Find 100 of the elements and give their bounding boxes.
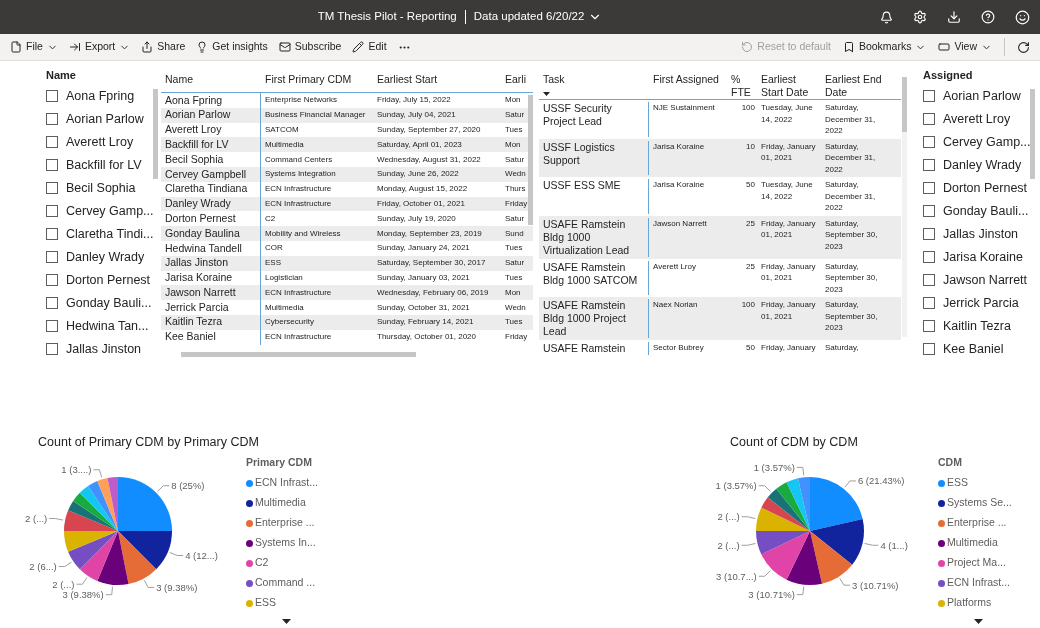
vertical-scrollbar[interactable] <box>902 77 907 337</box>
slicer-item[interactable]: Jarisa Koraine <box>923 247 1027 267</box>
sort-descending-icon[interactable] <box>543 92 550 96</box>
slicer-item[interactable]: Jerrick Parcia <box>923 293 1027 313</box>
checkbox[interactable] <box>923 182 935 195</box>
column-header[interactable]: Earliest Start <box>373 71 501 88</box>
checkbox[interactable] <box>46 205 58 218</box>
toolbar-button[interactable]: Share <box>141 39 186 55</box>
slicer-item[interactable]: Aona Fpring <box>46 86 150 106</box>
scroll-down-icon[interactable] <box>282 619 291 624</box>
slicer-item[interactable]: Averett Lroy <box>46 132 150 152</box>
pie-slice[interactable] <box>810 519 864 565</box>
toolbar-button[interactable]: Subscribe <box>278 39 342 55</box>
legend-label[interactable]: Platforms <box>947 595 992 611</box>
pie-slice[interactable] <box>810 477 863 532</box>
scroll-down-icon[interactable] <box>974 619 983 624</box>
checkbox[interactable] <box>46 136 58 149</box>
legend-label[interactable]: Systems Se... <box>947 495 1012 511</box>
legend-label[interactable]: Project Ma... <box>947 555 1006 571</box>
slicer-item[interactable]: Gonday Bauli... <box>46 293 150 313</box>
checkbox[interactable] <box>923 136 935 149</box>
legend-label[interactable]: ESS <box>255 595 276 611</box>
checkbox[interactable] <box>46 90 58 103</box>
checkbox[interactable] <box>923 228 935 241</box>
settings-icon[interactable] <box>913 10 927 24</box>
legend-label[interactable]: C2 <box>255 555 269 571</box>
column-header[interactable]: % FTE <box>731 73 754 99</box>
slicer-item[interactable]: Dorton Pernest <box>46 270 150 290</box>
slicer-item[interactable]: Hedwina Tan... <box>46 316 150 336</box>
checkbox[interactable] <box>923 320 935 333</box>
help-icon[interactable] <box>981 10 995 24</box>
refresh-icon[interactable] <box>1017 40 1030 54</box>
column-header[interactable]: Task <box>543 73 649 86</box>
column-header[interactable]: First Assigned <box>653 73 727 86</box>
pie-slice[interactable] <box>64 531 118 552</box>
checkbox[interactable] <box>46 113 58 126</box>
legend-label[interactable]: Enterprise ... <box>255 515 315 531</box>
slicer-item[interactable]: Kee Baniel <box>923 339 1027 359</box>
legend-label[interactable]: Multimedia <box>947 535 998 551</box>
pie-slice[interactable] <box>118 531 157 585</box>
column-header[interactable]: Earliest Start Date <box>761 73 821 99</box>
vertical-scrollbar[interactable] <box>528 95 533 225</box>
toolbar-button[interactable]: Get insights <box>196 39 268 55</box>
checkbox[interactable] <box>923 90 935 103</box>
checkbox[interactable] <box>923 205 935 218</box>
toolbar-button[interactable]: File <box>10 39 58 55</box>
pie-slice[interactable] <box>118 531 172 570</box>
slicer-item[interactable]: Jallas Jinston <box>923 224 1027 244</box>
pie-slice[interactable] <box>68 531 118 570</box>
toolbar-button[interactable]: Bookmarks <box>842 39 927 55</box>
horizontal-scrollbar[interactable] <box>181 352 416 357</box>
column-header[interactable]: Earli <box>501 71 531 88</box>
checkbox[interactable] <box>923 159 935 172</box>
checkbox[interactable] <box>923 113 935 126</box>
pie-slice[interactable] <box>786 531 822 586</box>
pie-slice[interactable] <box>810 531 853 584</box>
slicer-item[interactable]: Becil Sophia <box>46 178 150 198</box>
slicer-item[interactable]: Jallas Jinston <box>46 339 150 359</box>
slicer-item[interactable]: Kaitlin Tezra <box>923 316 1027 336</box>
legend-label[interactable]: Systems In... <box>255 535 316 551</box>
toolbar-button[interactable]: Edit <box>352 39 387 55</box>
column-header[interactable]: Earliest End Date <box>825 73 891 99</box>
legend-label[interactable]: ECN Infrast... <box>255 475 318 491</box>
checkbox[interactable] <box>46 251 58 264</box>
slicer-item[interactable]: Backfill for LV <box>46 155 150 175</box>
slicer-item[interactable]: Dorton Pernest <box>923 178 1027 198</box>
checkbox[interactable] <box>923 297 935 310</box>
pie-slice[interactable] <box>97 531 129 586</box>
legend-label[interactable]: Enterprise ... <box>947 515 1007 531</box>
pie-slice[interactable] <box>79 531 118 582</box>
pie-slice[interactable] <box>756 507 810 532</box>
notification-icon[interactable] <box>880 10 893 24</box>
data-updated-dropdown[interactable]: Data updated 6/20/22 <box>473 8 603 26</box>
slicer-item[interactable]: Aorian Parlow <box>46 109 150 129</box>
scrollbar[interactable] <box>1030 89 1035 179</box>
pie-slice[interactable] <box>761 531 810 580</box>
toolbar-button[interactable]: Export <box>68 39 131 55</box>
pie-slice[interactable] <box>756 531 810 555</box>
slicer-item[interactable]: Danley Wrady <box>46 247 150 267</box>
legend-label[interactable]: Command ... <box>255 575 316 591</box>
checkbox[interactable] <box>46 297 58 310</box>
checkbox[interactable] <box>46 320 58 333</box>
column-header[interactable]: First Primary CDM <box>261 71 373 88</box>
slicer-item[interactable]: Aorian Parlow <box>923 86 1027 106</box>
checkbox[interactable] <box>46 159 58 172</box>
legend-label[interactable]: ESS <box>947 475 968 491</box>
legend-label[interactable]: ECN Infrast... <box>947 575 1010 591</box>
download-icon[interactable] <box>947 10 961 24</box>
toolbar-button[interactable]: View <box>938 39 992 55</box>
checkbox[interactable] <box>46 343 58 356</box>
checkbox[interactable] <box>923 274 935 287</box>
checkbox[interactable] <box>46 228 58 241</box>
scrollbar[interactable] <box>153 89 158 179</box>
slicer-item[interactable]: Jawson Narrett <box>923 270 1027 290</box>
legend-label[interactable]: Multimedia <box>255 495 306 511</box>
slicer-item[interactable]: Danley Wrady <box>923 155 1027 175</box>
slicer-item[interactable]: Averett Lroy <box>923 109 1027 129</box>
checkbox[interactable] <box>923 343 935 356</box>
feedback-icon[interactable] <box>1015 9 1030 25</box>
checkbox[interactable] <box>46 182 58 195</box>
